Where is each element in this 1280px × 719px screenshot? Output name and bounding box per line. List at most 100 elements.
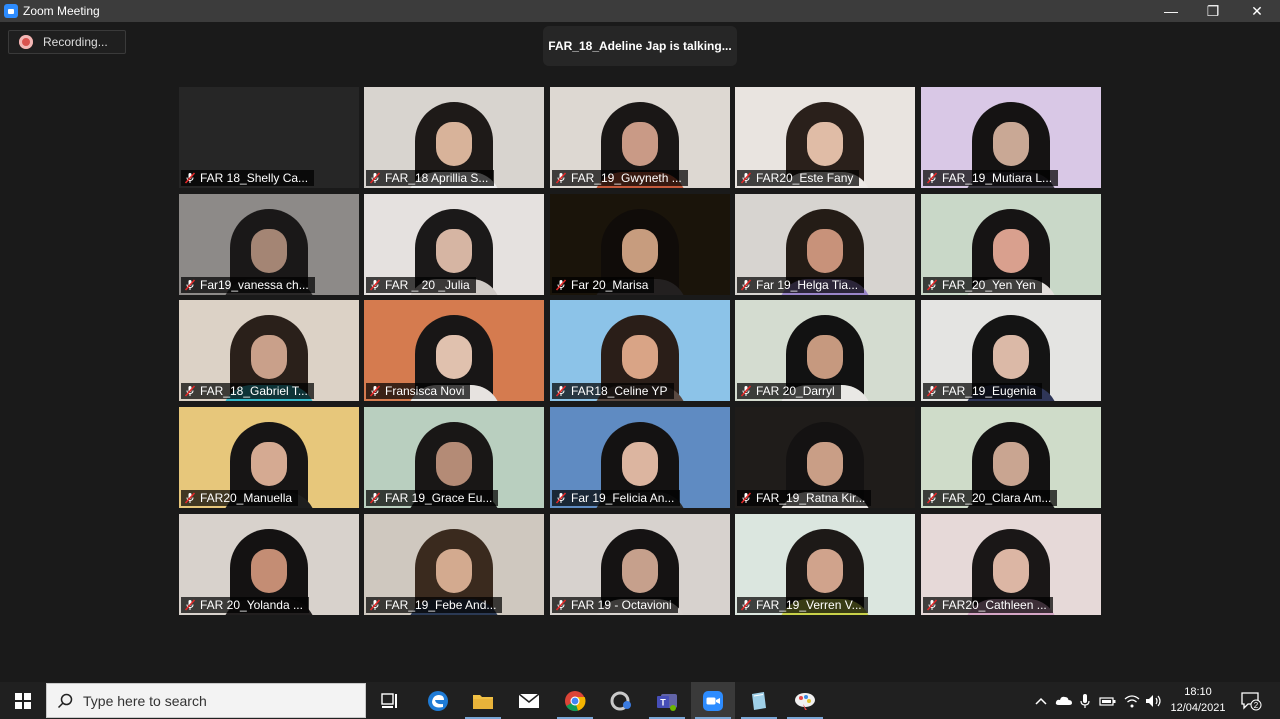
close-button[interactable]: ✕ bbox=[1234, 0, 1280, 22]
participant-nameplate: FAR_20_Clara Am... bbox=[923, 490, 1058, 506]
participant-name: Far 20_Marisa bbox=[571, 278, 649, 292]
taskbar-search-box[interactable]: Type here to search bbox=[46, 683, 366, 718]
participant-tile[interactable]: Fransisca Novi bbox=[364, 300, 544, 401]
participant-tile[interactable]: Far19_vanessa ch... bbox=[179, 194, 359, 295]
participant-tile[interactable]: FAR_19_Eugenia bbox=[921, 300, 1101, 401]
participant-nameplate: FAR20_Cathleen ... bbox=[923, 597, 1053, 613]
participant-tile[interactable]: FAR_19_Febe And... bbox=[364, 514, 544, 615]
wifi-icon[interactable] bbox=[1122, 682, 1142, 719]
muted-mic-icon bbox=[740, 492, 752, 504]
search-placeholder: Type here to search bbox=[83, 692, 207, 709]
participant-nameplate: FAR 20_Darryl bbox=[737, 383, 841, 399]
muted-mic-icon bbox=[555, 599, 567, 611]
file-explorer-icon[interactable] bbox=[461, 682, 505, 719]
paint-icon[interactable] bbox=[783, 682, 827, 719]
restore-button[interactable]: ❐ bbox=[1190, 0, 1236, 22]
participant-tile[interactable]: FAR 20_Darryl bbox=[735, 300, 915, 401]
start-button[interactable] bbox=[0, 682, 46, 719]
participant-tile[interactable]: FAR20_Cathleen ... bbox=[921, 514, 1101, 615]
participant-tile[interactable]: FAR20_Este Fany bbox=[735, 87, 915, 188]
participant-tile[interactable]: FAR_19_Gwyneth ... bbox=[550, 87, 730, 188]
zoom-app-icon bbox=[4, 4, 18, 18]
minimize-button[interactable]: — bbox=[1148, 0, 1194, 22]
muted-mic-icon bbox=[740, 172, 752, 184]
task-view-icon[interactable] bbox=[368, 682, 412, 719]
taskbar-clock[interactable]: 18:10 12/04/2021 bbox=[1160, 684, 1236, 717]
zoom-icon[interactable] bbox=[691, 682, 735, 719]
muted-mic-icon bbox=[926, 492, 938, 504]
participant-tile[interactable]: Far 19_Helga Tia... bbox=[735, 194, 915, 295]
participant-tile[interactable]: FAR 19_Grace Eu... bbox=[364, 407, 544, 508]
participant-name: FAR 19 - Octavioni bbox=[571, 598, 672, 612]
participant-tile[interactable]: FAR 19 - Octavioni bbox=[550, 514, 730, 615]
muted-mic-icon bbox=[369, 279, 381, 291]
participant-tile[interactable]: FAR _ 20 _Julia bbox=[364, 194, 544, 295]
muted-mic-icon bbox=[184, 172, 196, 184]
participant-name: FAR_19_Febe And... bbox=[385, 598, 497, 612]
participant-tile[interactable]: FAR_19_Verren V... bbox=[735, 514, 915, 615]
muted-mic-icon bbox=[740, 279, 752, 291]
muted-mic-icon bbox=[926, 599, 938, 611]
participant-nameplate: FAR 18_Shelly Ca... bbox=[181, 170, 315, 186]
recording-label: Recording... bbox=[43, 35, 108, 49]
participant-name: FAR20_Manuella bbox=[200, 491, 293, 505]
onedrive-cloud-icon[interactable] bbox=[1054, 682, 1074, 719]
muted-mic-icon bbox=[555, 172, 567, 184]
muted-mic-icon bbox=[926, 279, 938, 291]
participant-nameplate: FAR 20_Yolanda ... bbox=[181, 597, 309, 613]
participant-tile[interactable]: FAR 18_Shelly Ca... bbox=[179, 87, 359, 188]
participant-nameplate: FAR_18_Gabriel T... bbox=[181, 383, 314, 399]
teams-icon[interactable]: T bbox=[645, 682, 689, 719]
participant-nameplate: FAR 19_Grace Eu... bbox=[366, 490, 499, 506]
participant-tile[interactable]: FAR20_Manuella bbox=[179, 407, 359, 508]
participant-nameplate: FAR_19_Verren V... bbox=[737, 597, 868, 613]
participant-name: FAR_19_Ratna Kir... bbox=[756, 491, 866, 505]
participant-tile[interactable]: Far 19_Felicia An... bbox=[550, 407, 730, 508]
participant-nameplate: FAR_18 Aprillia S... bbox=[366, 170, 495, 186]
participant-nameplate: FAR _ 20 _Julia bbox=[366, 277, 476, 293]
muted-mic-icon bbox=[369, 172, 381, 184]
chrome-icon[interactable] bbox=[553, 682, 597, 719]
show-hidden-icons-chevron-icon[interactable] bbox=[1032, 682, 1050, 719]
notes-icon[interactable] bbox=[737, 682, 781, 719]
recording-icon bbox=[19, 35, 33, 49]
recording-indicator[interactable]: Recording... bbox=[8, 30, 126, 54]
participant-tile[interactable]: FAR_20_Clara Am... bbox=[921, 407, 1101, 508]
windows-taskbar: Type here to search T 18:10 12/04/2021 2 bbox=[0, 682, 1280, 719]
participant-name: FAR 20_Darryl bbox=[756, 384, 835, 398]
participant-nameplate: FAR_19_Mutiara L... bbox=[923, 170, 1059, 186]
participant-name: Fransisca Novi bbox=[385, 384, 465, 398]
edge-icon[interactable] bbox=[416, 682, 460, 719]
window-title: Zoom Meeting bbox=[23, 4, 100, 18]
action-center-icon[interactable]: 2 bbox=[1236, 682, 1266, 719]
participant-tile[interactable]: FAR18_Celine YP bbox=[550, 300, 730, 401]
participant-tile[interactable]: FAR_19_Ratna Kir... bbox=[735, 407, 915, 508]
microphone-icon[interactable] bbox=[1076, 682, 1094, 719]
participant-tile[interactable]: FAR_19_Mutiara L... bbox=[921, 87, 1101, 188]
participant-tile[interactable]: FAR 20_Yolanda ... bbox=[179, 514, 359, 615]
participant-name: FAR_19_Eugenia bbox=[942, 384, 1037, 398]
notification-count: 2 bbox=[1254, 701, 1259, 710]
battery-icon[interactable] bbox=[1098, 682, 1118, 719]
participant-name: Far 19_Felicia An... bbox=[571, 491, 675, 505]
search-icon bbox=[57, 693, 73, 708]
muted-mic-icon bbox=[740, 599, 752, 611]
mail-icon[interactable] bbox=[507, 682, 551, 719]
participant-name: FAR _ 20 _Julia bbox=[385, 278, 470, 292]
participant-nameplate: FAR18_Celine YP bbox=[552, 383, 674, 399]
app-icon[interactable] bbox=[599, 682, 643, 719]
title-bar: Zoom Meeting — ❐ ✕ bbox=[0, 0, 1280, 22]
participant-tile[interactable]: FAR_18 Aprillia S... bbox=[364, 87, 544, 188]
participant-name: Far 19_Helga Tia... bbox=[756, 278, 859, 292]
muted-mic-icon bbox=[369, 599, 381, 611]
muted-mic-icon bbox=[369, 492, 381, 504]
muted-mic-icon bbox=[184, 492, 196, 504]
meeting-stage: Recording... FAR_18_Adeline Jap is talki… bbox=[0, 22, 1280, 682]
participant-tile[interactable]: FAR_18_Gabriel T... bbox=[179, 300, 359, 401]
participant-name: Far19_vanessa ch... bbox=[200, 278, 309, 292]
participant-nameplate: FAR_19_Ratna Kir... bbox=[737, 490, 872, 506]
participant-tile[interactable]: Far 20_Marisa bbox=[550, 194, 730, 295]
participant-nameplate: FAR_19_Gwyneth ... bbox=[552, 170, 688, 186]
muted-mic-icon bbox=[926, 172, 938, 184]
participant-tile[interactable]: FAR_20_Yen Yen bbox=[921, 194, 1101, 295]
